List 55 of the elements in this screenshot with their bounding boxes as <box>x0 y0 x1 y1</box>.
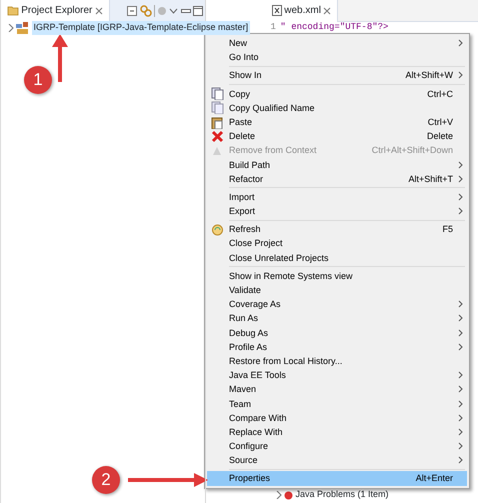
menu-item[interactable]: Export <box>207 204 467 218</box>
refresh-icon <box>210 222 224 236</box>
tree-item[interactable]: IGRP-Template [IGRP-Java-Template-Eclipse master] <box>32 21 250 35</box>
project-icon <box>16 22 30 34</box>
code-line: " encoding="UTF-8"?> <box>280 22 388 33</box>
menu-item[interactable]: Maven <box>207 382 467 396</box>
menu-item[interactable]: Run As <box>207 311 467 326</box>
menu-item[interactable]: Refresh F5 <box>207 222 467 236</box>
menu-item[interactable]: Source <box>207 453 467 468</box>
menu-item[interactable]: Configure <box>207 439 467 454</box>
menu-item[interactable]: Build Path <box>207 158 467 172</box>
menu-item[interactable]: Replace With <box>207 424 467 440</box>
menu-item[interactable]: Close Project <box>207 236 467 251</box>
pointer-arrow <box>52 34 68 82</box>
editor-tab[interactable]: web.xml <box>266 0 338 22</box>
menu-item[interactable]: Import <box>207 190 467 204</box>
step-number-badge: 1 <box>24 66 52 94</box>
tab-label: Project Explorer <box>21 4 92 18</box>
delete-icon <box>210 130 224 143</box>
menu-item[interactable]: Restore from Local History... <box>207 354 467 368</box>
menu-item[interactable]: Copy Ctrl+C <box>207 86 467 101</box>
project-explorer-tab[interactable]: Project Explorer <box>1 0 110 22</box>
menu-item[interactable]: Debug As <box>207 326 467 340</box>
menu-item[interactable]: Coverage As <box>207 297 467 312</box>
menu-item[interactable]: Compare With <box>207 410 467 425</box>
menu-item[interactable]: Profile As <box>207 340 467 354</box>
view-menu-icon[interactable] <box>169 8 178 14</box>
menu-item[interactable]: Delete Delete <box>207 129 467 144</box>
folder-icon <box>7 5 19 16</box>
step-number-badge: 2 <box>92 466 120 494</box>
menu-item[interactable]: Show in Remote Systems view <box>207 268 467 283</box>
maximize-icon[interactable] <box>192 6 203 16</box>
menu-item[interactable]: Go Into <box>207 50 467 64</box>
collapse-all-icon[interactable] <box>127 6 138 16</box>
close-icon[interactable] <box>323 6 332 14</box>
menu-item[interactable]: Team <box>207 396 467 411</box>
menu-item[interactable]: Copy Qualified Name <box>207 100 467 115</box>
tab-label: web.xml <box>284 4 321 18</box>
menu-item[interactable]: Paste Ctrl+V <box>207 114 467 130</box>
error-icon <box>284 490 294 500</box>
menu-item[interactable]: New <box>207 36 467 50</box>
close-icon[interactable] <box>94 6 103 14</box>
menu-item[interactable]: Refactor Alt+Shift+T <box>207 172 467 186</box>
menu-item[interactable]: Validate <box>207 283 467 298</box>
menu-item[interactable]: Java EE Tools <box>207 368 467 382</box>
copy-icon <box>210 101 224 114</box>
xml-file-icon <box>272 5 282 16</box>
clipboard-icon <box>210 116 224 129</box>
minimize-icon[interactable] <box>180 8 190 14</box>
line-number: 1 <box>270 22 276 33</box>
menu-item[interactable]: Show In Alt+Shift+W <box>207 68 467 83</box>
copy-icon <box>210 87 224 100</box>
problems-category[interactable]: Java Problems (1 Item) <box>296 488 389 502</box>
menu-item[interactable]: Close Unrelated Projects <box>207 250 467 265</box>
menu-item[interactable]: Properties Alt+Enter <box>207 471 467 486</box>
